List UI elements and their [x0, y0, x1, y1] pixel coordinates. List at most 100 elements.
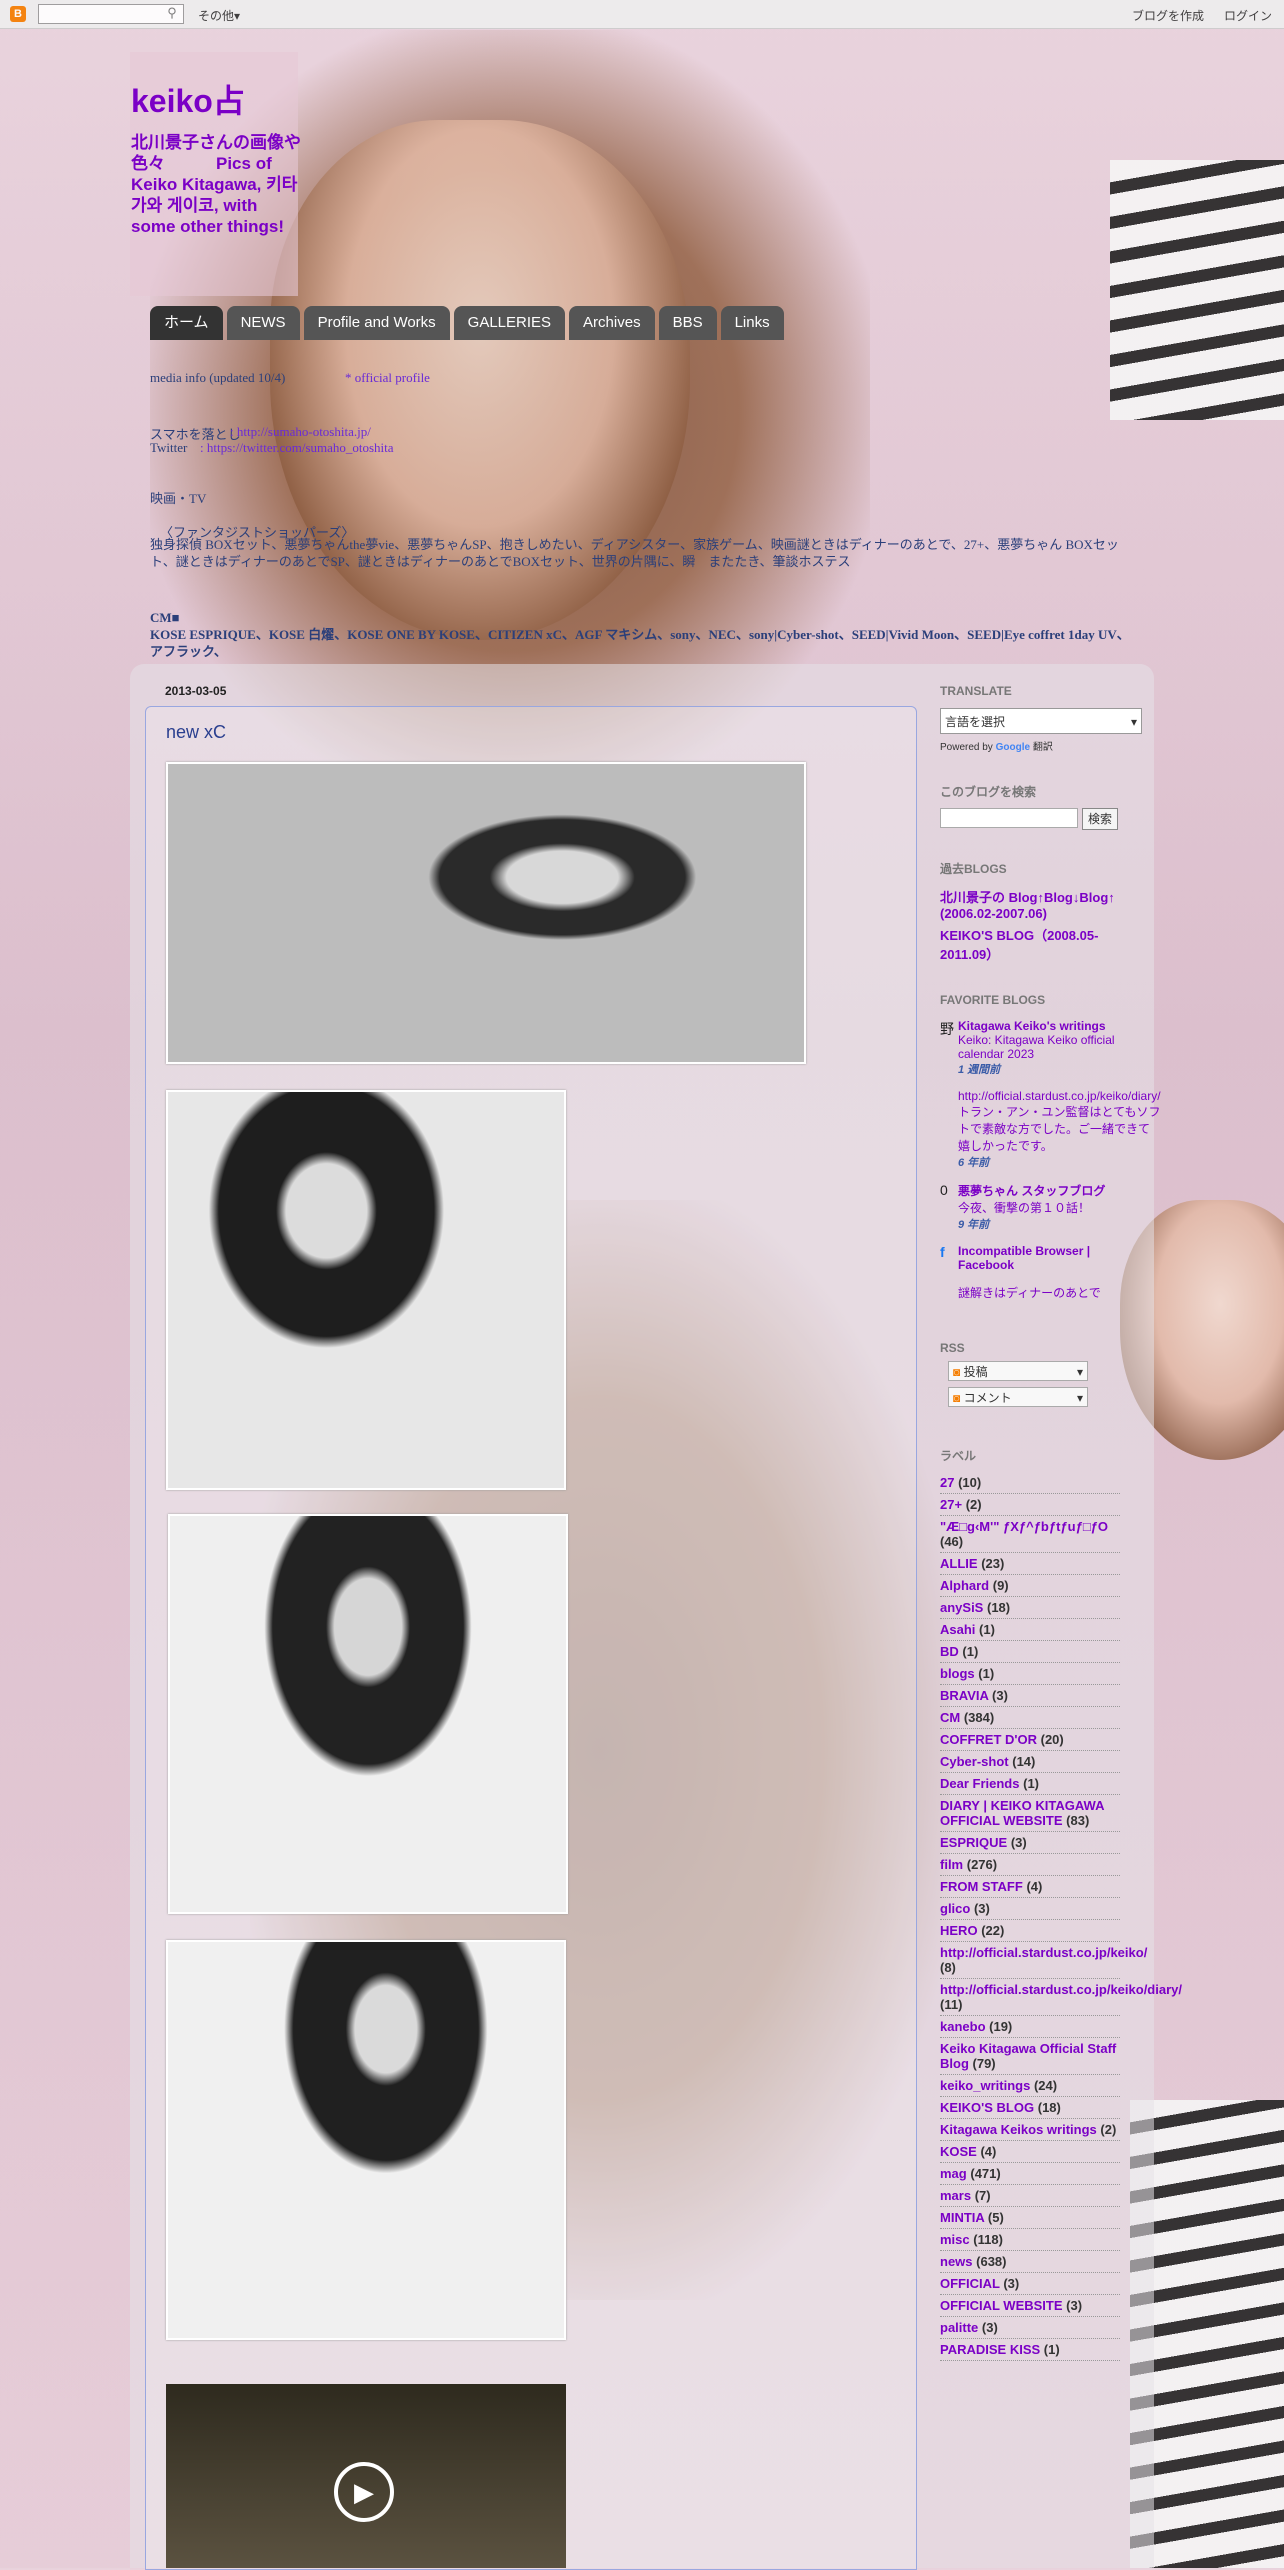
label-item[interactable]: FROM STAFF (4): [940, 1876, 1120, 1898]
label-link[interactable]: glico: [940, 1901, 970, 1916]
label-item[interactable]: ALLIE (23): [940, 1553, 1120, 1575]
label-link[interactable]: misc: [940, 2232, 970, 2247]
label-item[interactable]: http://official.stardust.co.jp/keiko/ (8…: [940, 1942, 1147, 1979]
favorite-blog-post[interactable]: Keiko: Kitagawa Keiko official calendar …: [958, 1033, 1140, 1061]
label-link[interactable]: mag: [940, 2166, 967, 2181]
create-blog-link[interactable]: ブログを作成: [1132, 7, 1204, 24]
favorite-blog-title[interactable]: Kitagawa Keiko's writings: [958, 1019, 1140, 1033]
rss-comments-button[interactable]: ◙ コメント ▾: [948, 1387, 1088, 1407]
label-link[interactable]: 27+: [940, 1497, 962, 1512]
favorite-blog-post[interactable]: 謎解きはディナーのあとで: [958, 1284, 1101, 1301]
label-link[interactable]: blogs: [940, 1666, 975, 1681]
label-link[interactable]: BD: [940, 1644, 959, 1659]
post-photo-4[interactable]: [166, 1940, 566, 2340]
label-link[interactable]: Asahi: [940, 1622, 975, 1637]
label-item[interactable]: COFFRET D'OR (20): [940, 1729, 1120, 1751]
label-item[interactable]: glico (3): [940, 1898, 1120, 1920]
label-item[interactable]: OFFICIAL (3): [940, 2273, 1120, 2295]
label-link[interactable]: COFFRET D'OR: [940, 1732, 1037, 1747]
label-link[interactable]: CM: [940, 1710, 960, 1725]
label-item[interactable]: misc (118): [940, 2229, 1120, 2251]
tab-news[interactable]: NEWS: [226, 306, 300, 340]
label-link[interactable]: KOSE: [940, 2144, 977, 2159]
label-item[interactable]: MINTIA (5): [940, 2207, 1120, 2229]
label-link[interactable]: HERO: [940, 1923, 978, 1938]
label-item[interactable]: Alphard (9): [940, 1575, 1120, 1597]
post-title[interactable]: new xC: [166, 722, 226, 743]
official-profile-link[interactable]: * official profile: [345, 370, 430, 386]
label-item[interactable]: anySiS (18): [940, 1597, 1120, 1619]
label-link[interactable]: Kitagawa Keikos writings: [940, 2122, 1097, 2137]
label-item[interactable]: kanebo (19): [940, 2016, 1120, 2038]
label-link[interactable]: Cyber-shot: [940, 1754, 1009, 1769]
label-link[interactable]: ALLIE: [940, 1556, 978, 1571]
search-icon[interactable]: ⚲: [162, 4, 182, 22]
tab-bbs[interactable]: BBS: [658, 306, 717, 340]
post-video[interactable]: ▶: [166, 2384, 566, 2568]
label-item[interactable]: OFFICIAL WEBSITE (3): [940, 2295, 1120, 2317]
label-item[interactable]: "Æ□g‹M'" ƒXƒ^ƒbƒtƒuƒ□ƒO (46): [940, 1516, 1120, 1553]
label-item[interactable]: mars (7): [940, 2185, 1120, 2207]
label-item[interactable]: 27+ (2): [940, 1494, 1120, 1516]
label-item[interactable]: PARADISE KISS (1): [940, 2339, 1120, 2361]
label-link[interactable]: mars: [940, 2188, 971, 2203]
tab-galleries[interactable]: GALLERIES: [453, 306, 566, 340]
label-item[interactable]: BRAVIA (3): [940, 1685, 1120, 1707]
label-item[interactable]: Keiko Kitagawa Official Staff Blog (79): [940, 2038, 1120, 2075]
label-link[interactable]: news: [940, 2254, 973, 2269]
label-item[interactable]: palitte (3): [940, 2317, 1120, 2339]
tab-home[interactable]: ホーム: [150, 306, 223, 340]
label-link[interactable]: Alphard: [940, 1578, 989, 1593]
label-link[interactable]: OFFICIAL: [940, 2276, 1000, 2291]
label-link[interactable]: keiko_writings: [940, 2078, 1030, 2093]
navbar-more-menu[interactable]: その他▾: [198, 7, 240, 24]
tab-archives[interactable]: Archives: [569, 306, 655, 340]
blogger-logo-icon[interactable]: B: [10, 6, 26, 22]
label-link[interactable]: film: [940, 1857, 963, 1872]
label-item[interactable]: HERO (22): [940, 1920, 1120, 1942]
favorite-blog-title[interactable]: 悪夢ちゃん スタッフブログ: [958, 1182, 1105, 1199]
label-item[interactable]: film (276): [940, 1854, 1120, 1876]
post-photo-3[interactable]: [168, 1514, 568, 1914]
media-info-link[interactable]: media info (updated 10/4): [150, 370, 285, 386]
label-link[interactable]: Keiko Kitagawa Official Staff Blog: [940, 2041, 1116, 2071]
label-link[interactable]: KEIKO'S BLOG: [940, 2100, 1034, 2115]
blog-search-button[interactable]: 検索: [1082, 808, 1119, 830]
label-item[interactable]: DIARY | KEIKO KITAGAWA OFFICIAL WEBSITE …: [940, 1795, 1120, 1832]
label-link[interactable]: PARADISE KISS: [940, 2342, 1040, 2357]
label-item[interactable]: ESPRIQUE (3): [940, 1832, 1120, 1854]
past-blog-link-2[interactable]: KEIKO'S BLOG（2008.05-2011.09）: [940, 925, 1140, 963]
past-blog-link-1[interactable]: 北川景子の Blog↑Blog↓Blog↑ (2006.02-2007.06): [940, 887, 1140, 921]
rss-posts-button[interactable]: ◙ 投稿 ▾: [948, 1361, 1088, 1381]
label-link[interactable]: FROM STAFF: [940, 1879, 1023, 1894]
post-photo-1[interactable]: [166, 762, 806, 1064]
label-link[interactable]: OFFICIAL WEBSITE: [940, 2298, 1063, 2313]
movie-site-link[interactable]: : http://sumaho-otoshita.jp/: [230, 424, 371, 440]
favorite-blog-post[interactable]: http://official.stardust.co.jp/keiko/dia…: [958, 1089, 1161, 1154]
translate-link[interactable]: 翻訳: [1033, 742, 1053, 753]
label-item[interactable]: Asahi (1): [940, 1619, 1120, 1641]
language-select[interactable]: 言語を選択 ▾: [940, 708, 1142, 734]
label-item[interactable]: CM (384): [940, 1707, 1120, 1729]
tab-profile-and-works[interactable]: Profile and Works: [303, 306, 450, 340]
blog-search-input[interactable]: [940, 808, 1078, 828]
label-item[interactable]: KOSE (4): [940, 2141, 1120, 2163]
label-link[interactable]: anySiS: [940, 1600, 983, 1615]
label-item[interactable]: Kitagawa Keikos writings (2): [940, 2119, 1120, 2141]
login-link[interactable]: ログイン: [1224, 7, 1272, 24]
label-link[interactable]: ESPRIQUE: [940, 1835, 1007, 1850]
label-item[interactable]: mag (471): [940, 2163, 1120, 2185]
label-link[interactable]: http://official.stardust.co.jp/keiko/dia…: [940, 1982, 1182, 1997]
twitter-link[interactable]: : https://twitter.com/sumaho_otoshita: [200, 440, 394, 456]
tab-links[interactable]: Links: [720, 306, 784, 340]
favorite-blog-post[interactable]: 今夜、衝撃の第１０話！: [958, 1199, 1105, 1216]
favorite-blog-title[interactable]: Incompatible Browser | Facebook: [958, 1244, 1140, 1272]
label-link[interactable]: kanebo: [940, 2019, 986, 2034]
label-link[interactable]: Dear Friends: [940, 1776, 1019, 1791]
label-item[interactable]: Dear Friends (1): [940, 1773, 1120, 1795]
label-item[interactable]: KEIKO'S BLOG (18): [940, 2097, 1120, 2119]
label-link[interactable]: palitte: [940, 2320, 978, 2335]
blog-title[interactable]: keiko占: [131, 76, 245, 122]
label-link[interactable]: BRAVIA: [940, 1688, 988, 1703]
play-icon[interactable]: ▶: [334, 2462, 394, 2522]
